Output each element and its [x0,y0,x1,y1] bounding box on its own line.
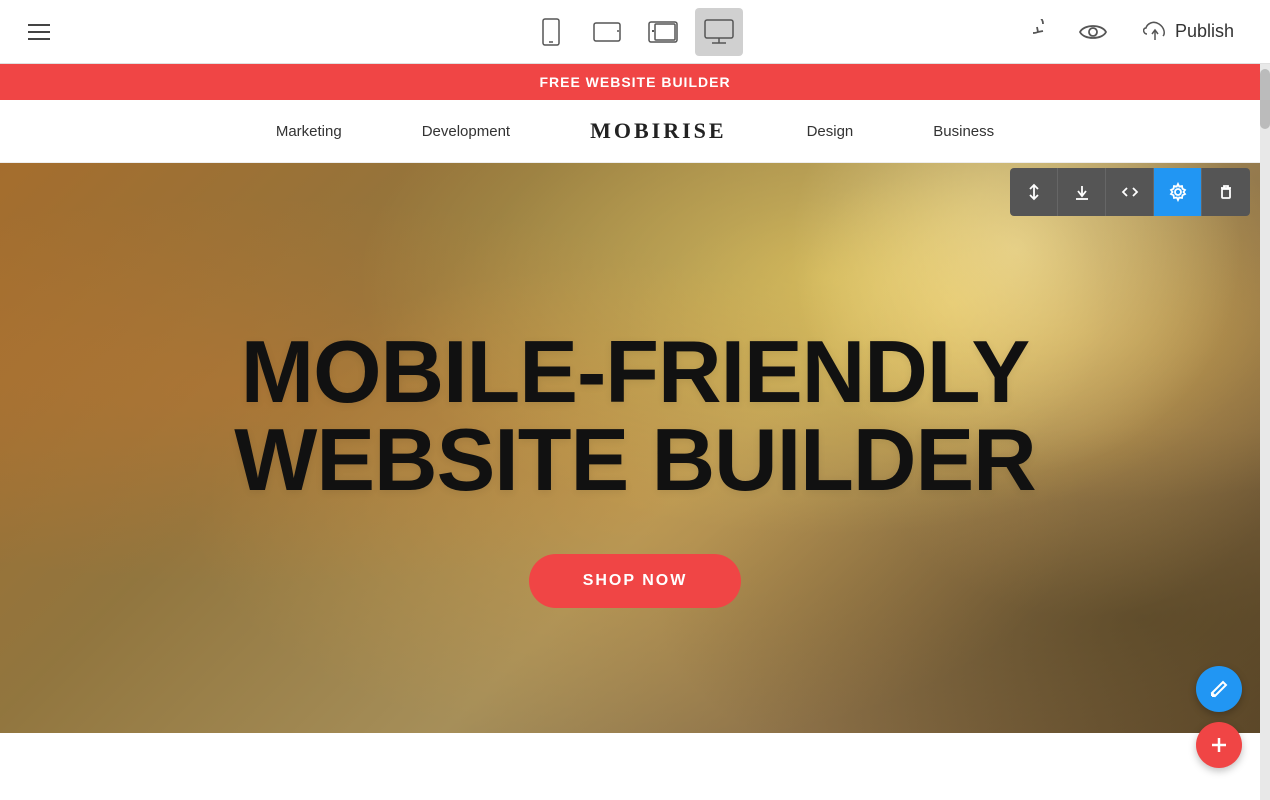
hero-content: MOBILE-FRIENDLY WEBSITE BUILDER SHOP NOW [0,163,1270,733]
undo-button[interactable] [1033,19,1059,45]
publish-label: Publish [1175,21,1234,42]
edit-fab-button[interactable] [1196,666,1242,712]
desktop-view-button[interactable] [695,8,743,56]
hamburger-line-2 [28,31,50,33]
device-switcher [527,8,743,56]
block-code-button[interactable] [1106,168,1154,216]
hamburger-line-3 [28,38,50,40]
hero-title-line2: WEBSITE BUILDER [234,410,1035,509]
site-logo: MOBIRISE [590,118,726,144]
block-reorder-button[interactable] [1010,168,1058,216]
nav-item-design[interactable]: Design [807,123,854,140]
hamburger-menu-button[interactable] [20,16,58,48]
free-banner: FREE WEBSITE BUILDER [0,64,1270,100]
block-delete-button[interactable] [1202,168,1250,216]
hamburger-line-1 [28,24,50,26]
free-banner-text: FREE WEBSITE BUILDER [539,74,730,90]
scrollbar-thumb[interactable] [1260,69,1270,129]
top-toolbar: Publish [0,0,1270,64]
tablet-landscape-button[interactable] [639,8,687,56]
nav-item-business[interactable]: Business [933,123,994,140]
block-settings-button[interactable] [1154,168,1202,216]
hero-section: MOBILE-FRIENDLY WEBSITE BUILDER SHOP NOW [0,163,1270,733]
add-fab-button[interactable] [1196,722,1242,768]
toolbar-left [20,16,58,48]
shop-now-button[interactable]: SHOP NOW [529,554,742,608]
nav-item-development[interactable]: Development [422,123,510,140]
site-navigation: Marketing Development MOBIRISE Design Bu… [0,100,1270,163]
hero-title: MOBILE-FRIENDLY WEBSITE BUILDER [234,328,1035,504]
toolbar-right: Publish [1033,12,1250,52]
mobile-view-button[interactable] [527,8,575,56]
nav-item-marketing[interactable]: Marketing [276,123,342,140]
publish-button[interactable]: Publish [1127,12,1250,52]
hero-title-line1: MOBILE-FRIENDLY [241,322,1029,421]
publish-button-container[interactable]: Publish [1127,12,1250,52]
scrollbar-track[interactable] [1260,64,1270,800]
tablet-view-button[interactable] [583,8,631,56]
preview-button[interactable] [1079,22,1107,42]
block-download-button[interactable] [1058,168,1106,216]
block-toolbar [1010,168,1250,216]
